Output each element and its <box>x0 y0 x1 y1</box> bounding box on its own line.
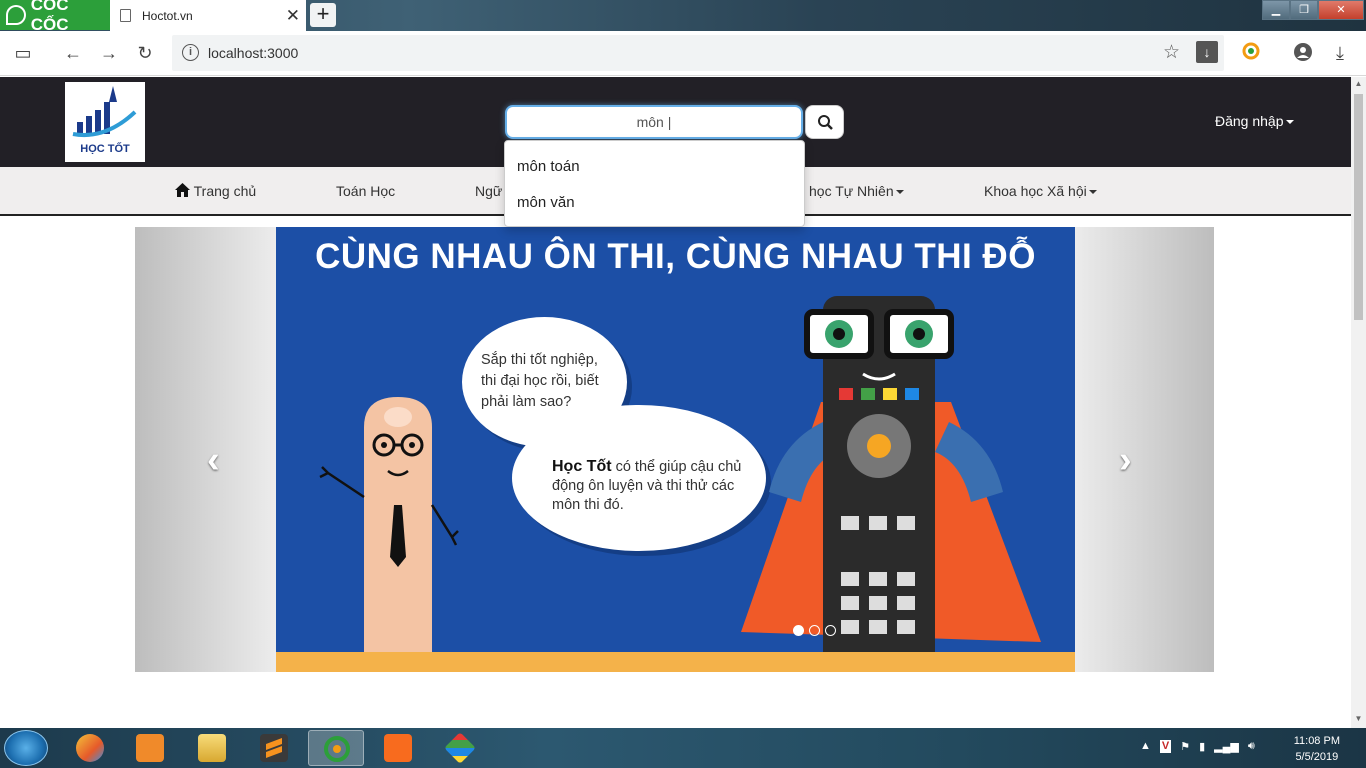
carousel-dot[interactable] <box>809 625 820 636</box>
chevron-down-icon <box>895 190 904 195</box>
reload-icon[interactable]: ↻ <box>134 42 156 64</box>
address-bar[interactable]: i localhost:3000 ☆ ↓ <box>172 35 1224 71</box>
page-scrollbar[interactable]: ▲ ▼ <box>1351 77 1366 728</box>
login-label: Đăng nhập <box>1215 113 1284 129</box>
scroll-thumb[interactable] <box>1354 94 1363 320</box>
search-input[interactable]: môn | <box>505 105 803 139</box>
logo-chart-icon <box>72 86 137 137</box>
browser-titlebar: CỐC CỐC Hoctot.vn ✕ + ▁ ❐ ✕ <box>0 0 1366 34</box>
browser-brand-label: CỐC CỐC <box>30 0 69 34</box>
coccoc-extension-icon[interactable] <box>1240 42 1262 64</box>
carousel-prev-icon[interactable]: ‹ <box>207 439 220 482</box>
search-suggestions: môn toán môn văn <box>504 140 805 227</box>
paint-icon <box>76 734 104 762</box>
carousel-indicators <box>793 625 836 636</box>
app-icon <box>444 732 476 764</box>
taskbar-xampp[interactable] <box>370 730 426 766</box>
nav-natural-sciences-label: học Tự Nhiên <box>809 183 894 199</box>
site-logo[interactable]: HỌC TỐT <box>65 82 145 162</box>
coccoc-logo-icon <box>6 5 26 25</box>
nav-literature[interactable]: Ngữ <box>475 183 502 199</box>
chevron-down-icon <box>1285 120 1294 125</box>
scroll-down-icon[interactable]: ▼ <box>1354 714 1363 723</box>
battery-icon[interactable]: ▮ <box>1199 740 1205 753</box>
forward-icon[interactable]: → <box>98 42 120 64</box>
taskbar-app[interactable] <box>432 730 488 766</box>
taskbar-file-explorer[interactable] <box>184 730 240 766</box>
profile-icon[interactable] <box>1292 42 1314 64</box>
slide-bottom-strip <box>276 652 1075 672</box>
new-tab-button[interactable]: + <box>310 3 336 27</box>
nav-home[interactable]: Trang chủ <box>175 183 256 199</box>
finger-character-illustration <box>319 397 459 657</box>
login-dropdown[interactable]: Đăng nhập <box>1215 113 1294 129</box>
antivirus-icon[interactable]: V <box>1159 740 1172 753</box>
windows-taskbar: ▲ V ⚑ ▮ ▂▄▆ 🔊︎ 11:08 PM 5/5/2019 <box>0 728 1366 768</box>
window-close-button[interactable]: ✕ <box>1318 0 1364 20</box>
back-icon[interactable]: ← <box>62 42 84 64</box>
carousel-next-icon[interactable]: › <box>1119 439 1132 482</box>
page-icon <box>120 9 131 22</box>
scroll-up-icon[interactable]: ▲ <box>1354 79 1363 88</box>
tab-title: Hoctot.vn <box>142 8 193 23</box>
taskbar-coccoc-browser[interactable] <box>308 730 364 766</box>
nav-natural-sciences[interactable]: học Tự Nhiên <box>809 183 904 199</box>
search-button[interactable] <box>805 105 844 139</box>
search-icon <box>818 115 833 130</box>
sublime-icon <box>260 734 288 762</box>
volume-icon[interactable]: 🔊︎ <box>1248 740 1255 753</box>
carousel-dot[interactable] <box>793 625 804 636</box>
address-url[interactable]: localhost:3000 <box>208 45 298 61</box>
media-player-icon <box>136 734 164 762</box>
maximize-button[interactable]: ❐ <box>1290 0 1318 20</box>
clock-time: 11:08 PM <box>1293 735 1340 747</box>
minimize-button[interactable]: ▁ <box>1262 0 1290 20</box>
carousel-dot[interactable] <box>825 625 836 636</box>
nav-math[interactable]: Toán Học <box>336 183 395 199</box>
coccoc-icon <box>323 735 351 763</box>
system-clock[interactable]: 11:08 PM 5/5/2019 <box>1294 733 1340 765</box>
speech-bubble-answer-text: Học Tốt có thể giúp cậu chủ động ôn luyệ… <box>552 457 762 515</box>
taskbar-sublime-text[interactable] <box>246 730 302 766</box>
suggestion-item[interactable]: môn văn <box>517 194 575 211</box>
folder-icon <box>198 734 226 762</box>
downloads-icon[interactable]: ⤓ <box>1329 42 1351 64</box>
remote-superhero-illustration <box>741 296 1041 672</box>
clock-date: 5/5/2019 <box>1295 751 1339 763</box>
home-icon <box>175 183 190 197</box>
nav-social-sciences[interactable]: Khoa học Xã hội <box>984 183 1097 199</box>
xampp-icon <box>384 734 412 762</box>
chevron-down-icon <box>1088 190 1097 195</box>
nav-home-label: Trang chủ <box>193 183 257 199</box>
taskbar-media-player[interactable] <box>122 730 178 766</box>
info-icon[interactable]: i <box>182 44 199 61</box>
sidebar-icon[interactable]: ▭ <box>12 42 34 64</box>
carousel-slide: CÙNG NHAU ÔN THI, CÙNG NHAU THI ĐỖ Sắp t… <box>276 227 1075 672</box>
window-controls: ▁ ❐ ✕ <box>1262 0 1364 20</box>
tab-close-icon[interactable]: ✕ <box>286 6 300 26</box>
speech-bubble-brand: Học Tốt <box>552 458 612 475</box>
tray-expand-icon[interactable]: ▲ <box>1140 740 1151 753</box>
taskbar-paint-app[interactable] <box>62 730 118 766</box>
browser-tab[interactable]: Hoctot.vn ✕ <box>110 0 306 31</box>
signal-icon[interactable]: ▂▄▆ <box>1214 740 1239 753</box>
browser-brand[interactable]: CỐC CỐC <box>0 0 110 34</box>
start-button[interactable] <box>4 730 48 766</box>
logo-text: HỌC TỐT <box>80 143 130 155</box>
suggestion-item[interactable]: môn toán <box>517 158 580 175</box>
download-page-icon[interactable]: ↓ <box>1196 41 1218 63</box>
browser-toolbar: ▭ ← → ↻ i localhost:3000 ☆ ↓ ⤓ <box>0 31 1366 76</box>
nav-social-sciences-label: Khoa học Xã hội <box>984 183 1087 199</box>
speech-bubble-question-text: Sắp thi tốt nghiệp, thi đại học rồi, biế… <box>481 352 599 410</box>
slide-headline: CÙNG NHAU ÔN THI, CÙNG NHAU THI ĐỖ <box>315 237 1036 276</box>
system-tray: ▲ V ⚑ ▮ ▂▄▆ 🔊︎ <box>1140 740 1255 753</box>
network-flag-icon[interactable]: ⚑ <box>1180 740 1190 753</box>
hero-carousel: CÙNG NHAU ÔN THI, CÙNG NHAU THI ĐỖ Sắp t… <box>135 227 1214 672</box>
bookmark-star-icon[interactable]: ☆ <box>1163 41 1180 64</box>
